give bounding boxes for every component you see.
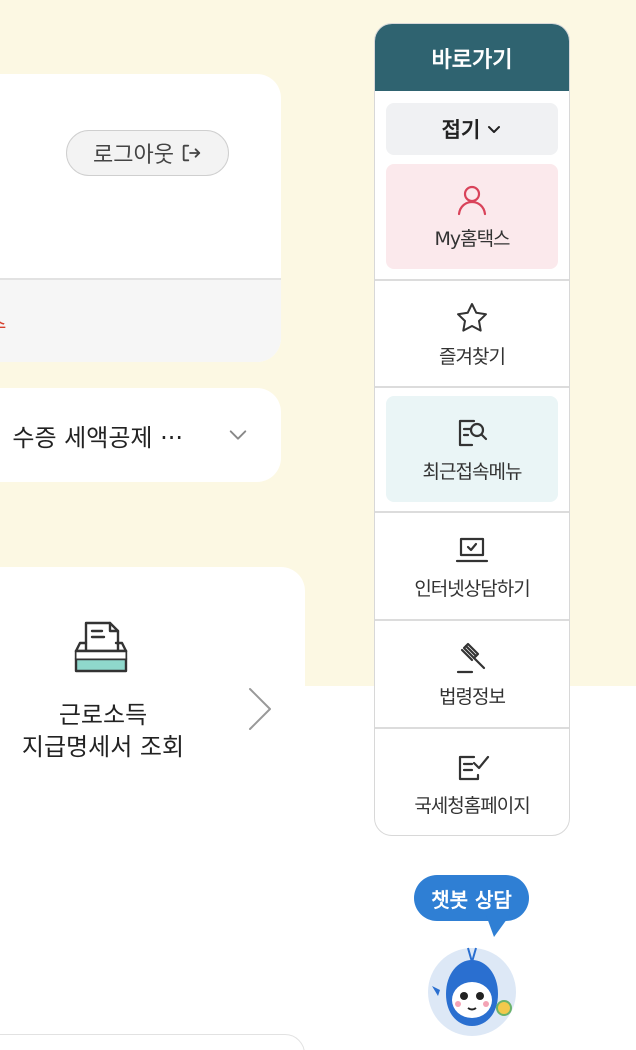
logout-icon: [182, 144, 201, 162]
speech-bubble-tail: [486, 915, 510, 937]
document-check-icon: [458, 755, 490, 780]
chevron-down-icon: [488, 126, 501, 133]
divider: [375, 279, 569, 281]
chatbot-label: 챗봇 상담: [431, 887, 512, 912]
divider: [375, 386, 569, 388]
quick-item-internet-consult[interactable]: 인터넷상담하기: [375, 514, 569, 618]
income-label-line1: 근로소득: [58, 701, 148, 729]
chatbot-button[interactable]: 챗봇 상담: [414, 875, 529, 921]
quick-item-nts-homepage[interactable]: 국세청홈페이지: [375, 730, 569, 835]
collapse-button[interactable]: 접기: [386, 103, 558, 155]
document-tray-icon: [74, 621, 128, 673]
quick-item-label: 법령정보: [439, 685, 506, 708]
document-search-icon: [458, 419, 488, 446]
quick-item-favorites[interactable]: 즐겨찾기: [375, 282, 569, 386]
income-statement-card[interactable]: 근로소득 지급명세서 조회: [0, 567, 305, 838]
user-info-card: 로그아웃 님 수: [0, 74, 281, 362]
quick-menu-title: 바로가기: [375, 24, 569, 91]
quick-item-label: 최근접속메뉴: [422, 460, 523, 483]
person-icon: [457, 185, 487, 216]
divider: [375, 619, 569, 621]
quick-item-label: 즐겨찾기: [439, 345, 506, 368]
user-card-footer[interactable]: 수: [0, 280, 281, 362]
quick-item-label: My홈택스: [434, 228, 510, 250]
divider: [375, 511, 569, 513]
chevron-down-icon: [229, 430, 247, 440]
income-statement-label: 근로소득 지급명세서 조회: [10, 699, 196, 763]
income-label-line2: 지급명세서 조회: [21, 733, 185, 761]
notice-dropdown-text: 수증 세액공제 ···: [12, 424, 183, 452]
chatbot-mascot-icon[interactable]: [424, 940, 520, 1036]
gavel-icon: [456, 642, 486, 673]
quick-item-law-info[interactable]: 법령정보: [375, 622, 569, 726]
logout-label: 로그아웃: [93, 143, 174, 168]
divider: [375, 727, 569, 729]
laptop-check-icon: [455, 537, 489, 562]
star-icon: [457, 302, 487, 332]
quick-item-label: 국세청홈페이지: [414, 794, 530, 817]
logout-button[interactable]: 로그아웃: [66, 130, 229, 176]
quick-item-label: 인터넷상담하기: [414, 577, 530, 600]
quick-item-my-hometax[interactable]: My홈택스: [375, 164, 569, 269]
quick-menu: 바로가기 접기 My홈택스 즐겨찾기 최근접속메뉴 인터넷상담하기 법령정보 국…: [374, 23, 570, 836]
notice-dropdown[interactable]: 수증 세액공제 ···: [0, 388, 281, 482]
notice-text: 수: [0, 310, 6, 339]
quick-item-recent-menu[interactable]: 최근접속메뉴: [375, 396, 569, 502]
collapse-label: 접기: [441, 118, 481, 142]
next-card: [0, 1034, 305, 1050]
chevron-right-icon: [249, 688, 271, 730]
